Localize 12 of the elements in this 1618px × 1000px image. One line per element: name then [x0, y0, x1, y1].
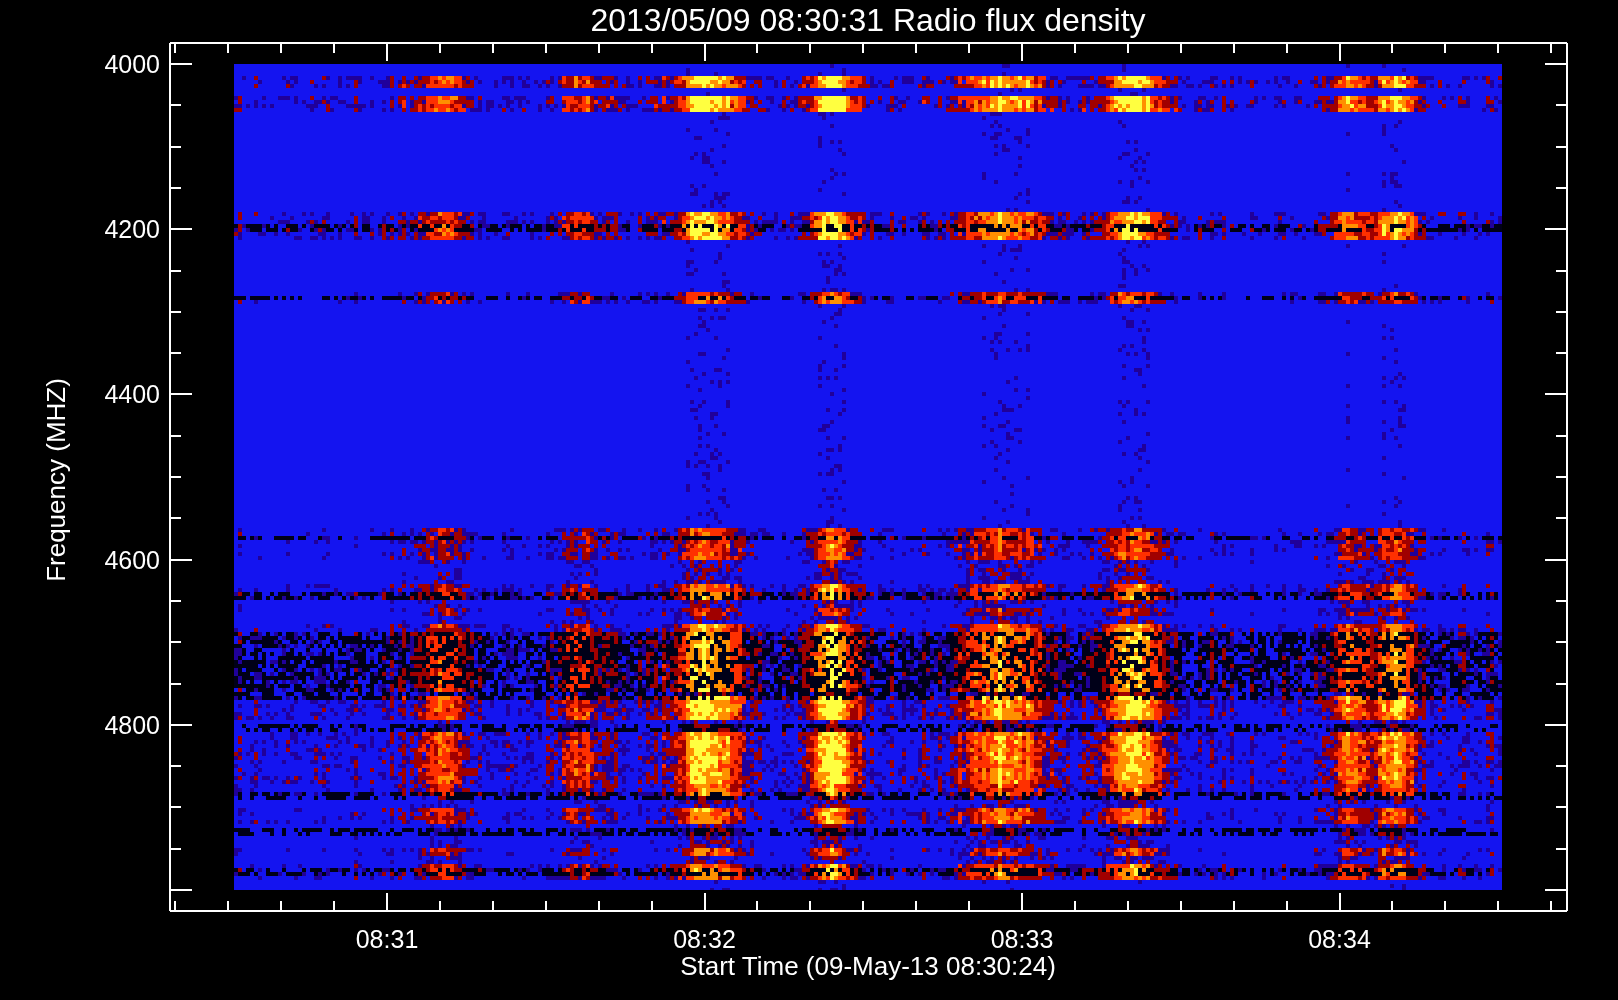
axis-tick-label: 08:32 [673, 925, 736, 953]
axis-tick-label: 08:34 [1308, 925, 1371, 953]
axis-tick-label: 08:31 [355, 925, 419, 953]
axis-tick-label: 4600 [104, 545, 160, 574]
axis-tick-label: 4800 [104, 710, 160, 739]
chart-title: 2013/05/09 08:30:31 Radio flux density [590, 2, 1146, 38]
axis-tick-label: 08:33 [990, 925, 1054, 953]
axis-title: Start Time (09-May-13 08:30:24) [680, 951, 1056, 981]
axis-title: Frequency (MHZ) [41, 378, 71, 582]
axis-tick-label: 4200 [104, 215, 160, 244]
axis-tick-label: 4400 [104, 380, 160, 409]
axis-tick-label: 4000 [104, 50, 160, 78]
